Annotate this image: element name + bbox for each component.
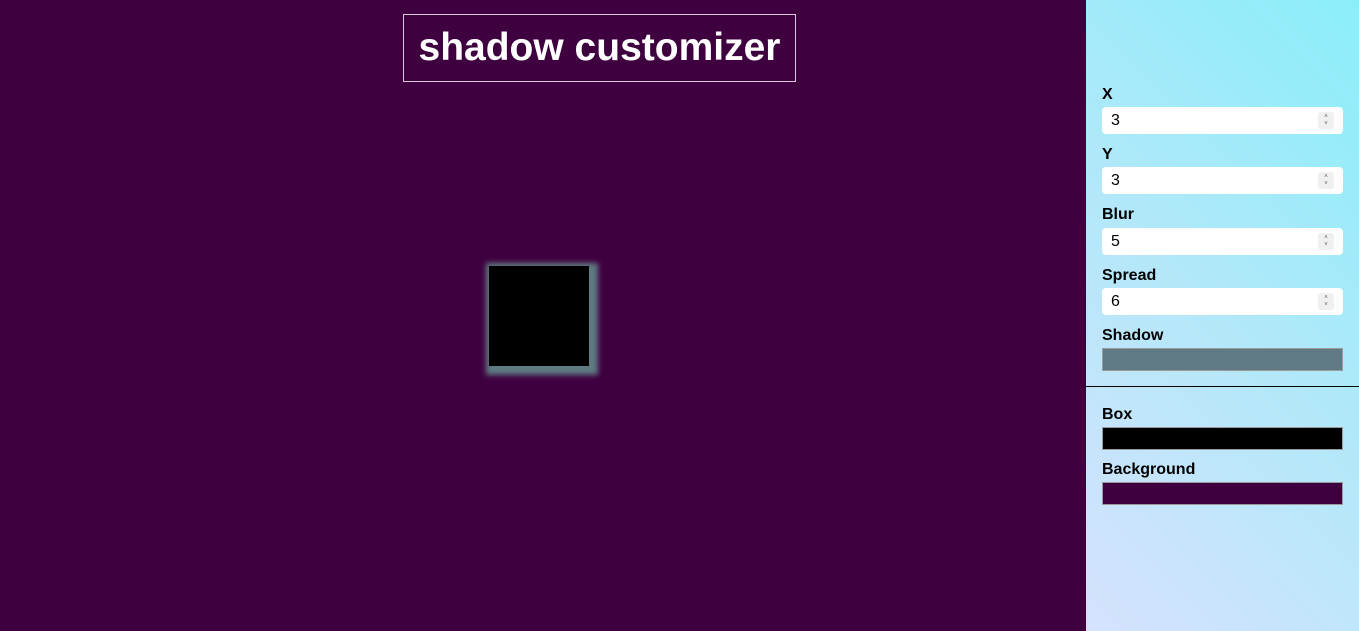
x-spinner-icon[interactable]: ˄ ˅ xyxy=(1318,112,1334,129)
control-panel: X 3 ˄ ˅ Y 3 ˄ ˅ Blur 5 ˄ ˅ Spread 6 ˄ ˅ Shad… xyxy=(1086,0,1359,631)
x-input[interactable]: 3 ˄ ˅ xyxy=(1102,107,1343,134)
x-label: X xyxy=(1102,86,1113,103)
shadow-color-picker[interactable] xyxy=(1102,348,1343,371)
blur-spinner-icon[interactable]: ˄ ˅ xyxy=(1318,233,1334,250)
panel-divider xyxy=(1086,386,1359,387)
blur-input[interactable]: 5 ˄ ˅ xyxy=(1102,228,1343,255)
blur-value: 5 xyxy=(1111,232,1120,250)
shadow-label: Shadow xyxy=(1102,327,1164,344)
spread-label: Spread xyxy=(1102,267,1157,284)
spread-spinner-icon[interactable]: ˄ ˅ xyxy=(1318,293,1334,310)
background-label: Background xyxy=(1102,461,1196,478)
box-label: Box xyxy=(1102,406,1133,423)
y-value: 3 xyxy=(1111,171,1120,189)
y-input[interactable]: 3 ˄ ˅ xyxy=(1102,167,1343,194)
background-color-picker[interactable] xyxy=(1102,482,1343,505)
blur-label: Blur xyxy=(1102,206,1134,223)
spread-input[interactable]: 6 ˄ ˅ xyxy=(1102,288,1343,315)
preview-box xyxy=(489,266,589,366)
x-value: 3 xyxy=(1111,111,1120,129)
box-color-picker[interactable] xyxy=(1102,427,1343,450)
spread-value: 6 xyxy=(1111,292,1120,310)
page-title: shadow customizer xyxy=(403,14,796,82)
y-spinner-icon[interactable]: ˄ ˅ xyxy=(1318,172,1334,189)
y-label: Y xyxy=(1102,146,1113,163)
preview-stage: shadow customizer xyxy=(0,0,1086,631)
